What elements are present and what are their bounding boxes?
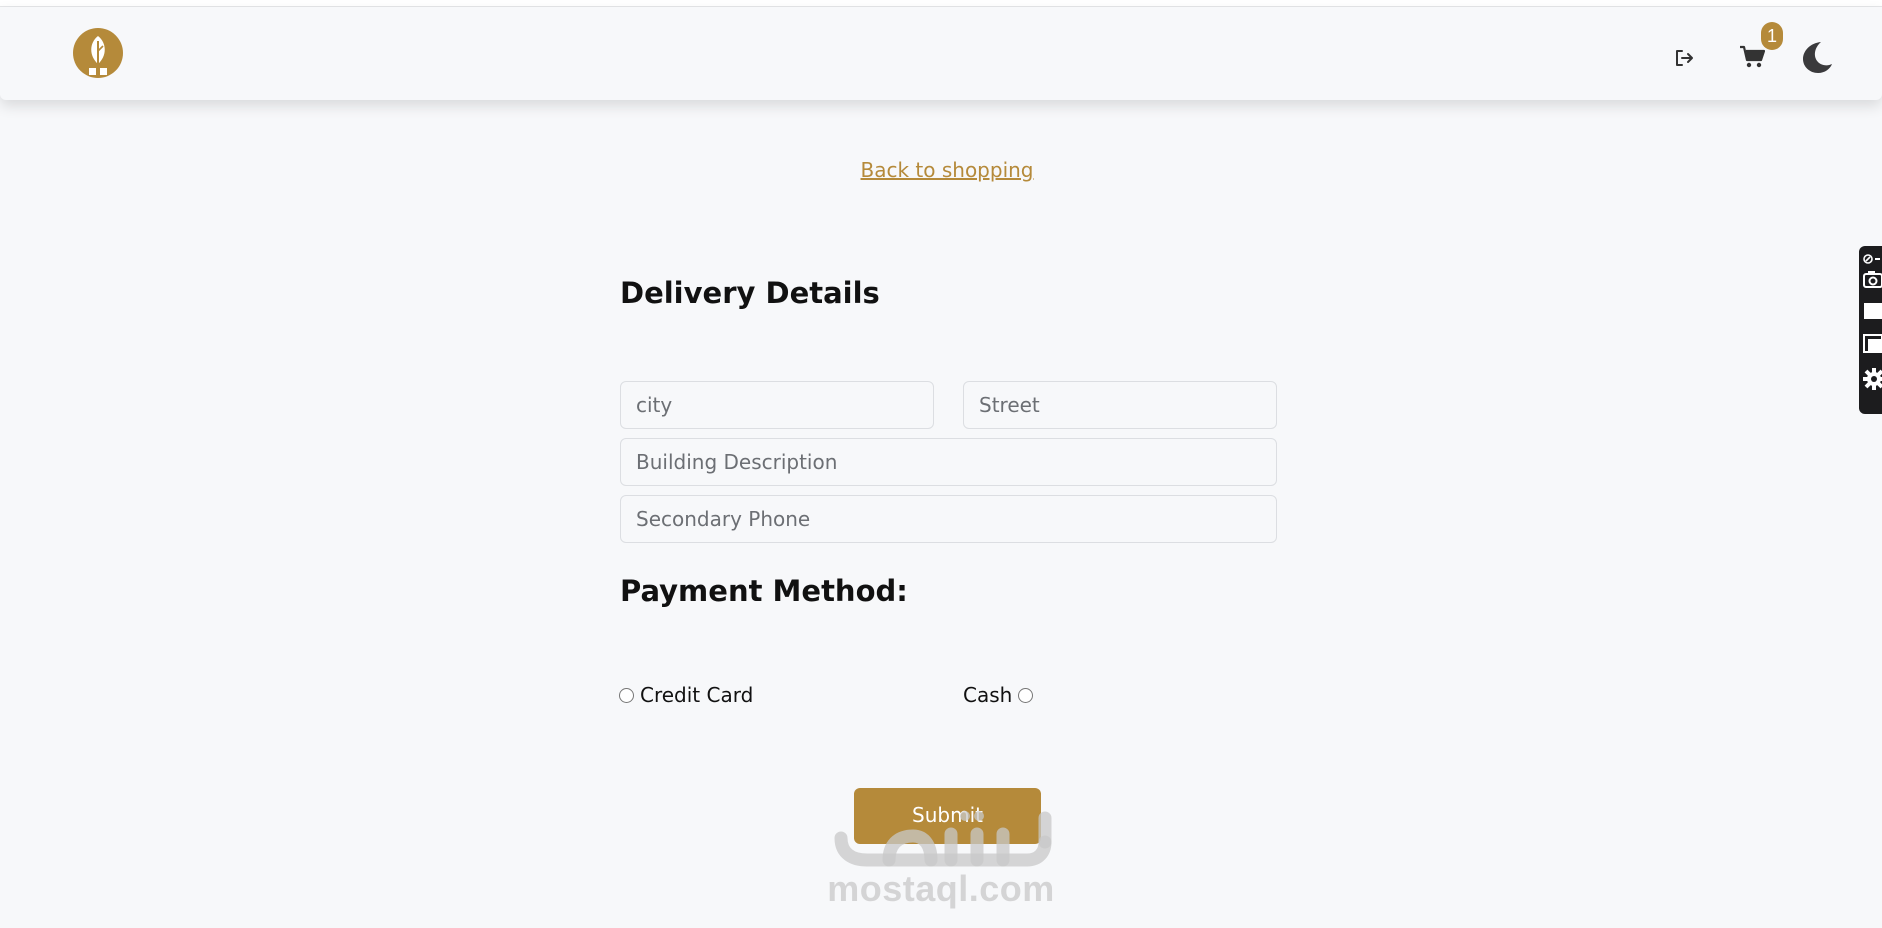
side-toolbar <box>1859 246 1882 414</box>
extension-icon[interactable] <box>1863 252 1882 266</box>
credit-card-label: Credit Card <box>640 683 754 707</box>
street-input[interactable] <box>963 381 1277 429</box>
building-description-input[interactable] <box>620 438 1277 486</box>
moon-icon[interactable] <box>1801 40 1833 74</box>
back-to-shopping-link[interactable]: Back to shopping <box>0 158 1882 182</box>
camera-icon[interactable] <box>1863 270 1882 288</box>
city-input[interactable] <box>620 381 934 429</box>
cash-label: Cash <box>963 683 1013 707</box>
window-icon[interactable] <box>1863 302 1882 320</box>
watermark-text: mostaql.com <box>827 868 1055 909</box>
cash-option[interactable]: Cash <box>963 681 1034 709</box>
secondary-phone-input[interactable] <box>620 495 1277 543</box>
submit-button[interactable]: Submit <box>854 788 1041 844</box>
logout-icon[interactable] <box>1672 46 1696 70</box>
cart-icon[interactable] <box>1739 45 1765 69</box>
cart-count-badge: 1 <box>1761 22 1783 50</box>
payment-method-title: Payment Method: <box>620 574 908 608</box>
gear-icon[interactable] <box>1863 368 1882 390</box>
browser-top-strip <box>0 0 1882 7</box>
cash-radio[interactable] <box>1018 687 1034 703</box>
navbar: 1 <box>0 7 1882 100</box>
credit-card-radio[interactable] <box>619 687 634 703</box>
delivery-details-title: Delivery Details <box>620 276 880 310</box>
fullscreen-icon[interactable] <box>1863 334 1882 354</box>
leaf-logo-icon[interactable] <box>72 27 124 79</box>
credit-card-option[interactable]: Credit Card <box>619 681 753 709</box>
